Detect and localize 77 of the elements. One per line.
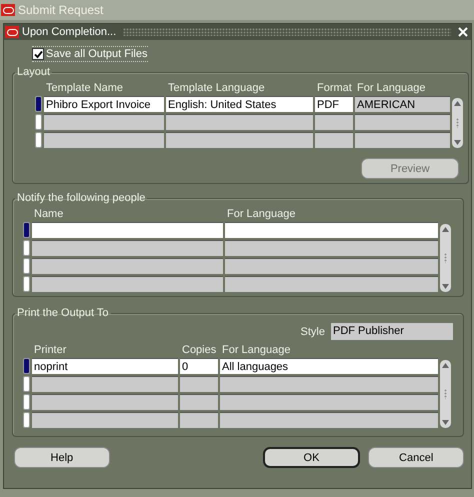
- column-header: Copies: [181, 344, 217, 356]
- scrollbar[interactable]: [452, 98, 463, 148]
- group-legend: Notify the following people: [15, 192, 148, 204]
- group-legend: Layout: [15, 66, 52, 78]
- table-cell[interactable]: [32, 412, 178, 428]
- column-header: Printer: [33, 344, 68, 356]
- record-indicator[interactable]: [23, 222, 30, 238]
- table-cell[interactable]: AMERICAN: [355, 96, 450, 112]
- record-indicator[interactable]: [23, 240, 30, 256]
- table-cell[interactable]: [44, 132, 164, 148]
- table-cell[interactable]: [166, 132, 313, 148]
- table-cell[interactable]: [220, 394, 438, 410]
- table-cell[interactable]: noprint: [32, 358, 178, 374]
- table-cell[interactable]: All languages: [220, 358, 438, 374]
- table-cell[interactable]: [32, 376, 178, 392]
- column-header: Format: [316, 82, 352, 94]
- scrollbar[interactable]: [440, 224, 451, 292]
- save-output-checkbox[interactable]: Save all Output Files: [32, 46, 148, 62]
- table-cell[interactable]: [180, 376, 218, 392]
- column-header: For Language: [226, 208, 296, 220]
- record-indicator[interactable]: [23, 394, 30, 410]
- table-cell[interactable]: [180, 394, 218, 410]
- dialog-title: Upon Completion...: [22, 26, 116, 38]
- table-cell[interactable]: [225, 222, 438, 238]
- app-logo-icon: [5, 26, 19, 38]
- table-cell[interactable]: [32, 276, 223, 292]
- dialog-button[interactable]: Cancel: [368, 447, 464, 468]
- table-cell[interactable]: [315, 114, 353, 130]
- table-cell[interactable]: [225, 276, 438, 292]
- column-header: For Language: [356, 82, 426, 94]
- table-cell[interactable]: [315, 132, 353, 148]
- scroll-up-icon[interactable]: [454, 101, 461, 106]
- record-indicator[interactable]: [35, 96, 42, 112]
- scroll-down-icon[interactable]: [454, 140, 461, 145]
- table-cell[interactable]: English: United States: [166, 96, 313, 112]
- table-cell[interactable]: [32, 258, 223, 274]
- record-indicator[interactable]: [23, 358, 30, 374]
- table-cell[interactable]: [32, 222, 223, 238]
- table-cell[interactable]: [32, 394, 178, 410]
- checkbox[interactable]: [32, 48, 44, 60]
- table-cell[interactable]: [225, 240, 438, 256]
- group-legend: Print the Output To: [15, 307, 111, 319]
- scroll-down-icon[interactable]: [442, 420, 449, 425]
- record-indicator[interactable]: [35, 132, 42, 148]
- table-cell[interactable]: [166, 114, 313, 130]
- column-header: Template Language: [167, 82, 266, 94]
- record-indicator[interactable]: [23, 412, 30, 428]
- table-cell[interactable]: PDF: [315, 96, 353, 112]
- table-cell[interactable]: [220, 376, 438, 392]
- column-header: Template Name: [45, 82, 124, 94]
- table-cell[interactable]: [220, 412, 438, 428]
- style-field: PDF Publisher: [331, 323, 453, 340]
- table-cell[interactable]: [355, 114, 450, 130]
- column-header: For Language: [221, 344, 292, 356]
- table-cell[interactable]: [180, 412, 218, 428]
- dialog-button[interactable]: OK: [262, 447, 360, 468]
- record-indicator[interactable]: [23, 376, 30, 392]
- title-bar-grip[interactable]: [123, 28, 451, 36]
- table-cell[interactable]: [225, 258, 438, 274]
- scrollbar[interactable]: [440, 360, 451, 428]
- window-title: Submit Request: [18, 3, 104, 17]
- record-indicator[interactable]: [35, 114, 42, 130]
- scroll-up-icon[interactable]: [442, 363, 449, 368]
- scroll-up-icon[interactable]: [442, 227, 449, 232]
- table-cell[interactable]: 0: [180, 358, 218, 374]
- dialog-button[interactable]: Help: [14, 447, 110, 468]
- app-logo-icon: [1, 4, 15, 16]
- record-indicator[interactable]: [23, 258, 30, 274]
- table-cell[interactable]: [44, 114, 164, 130]
- field-label: Style: [300, 326, 325, 338]
- close-icon[interactable]: [458, 27, 468, 37]
- record-indicator[interactable]: [23, 276, 30, 292]
- scroll-down-icon[interactable]: [442, 284, 449, 289]
- table-cell[interactable]: Phibro Export Invoice: [44, 96, 164, 112]
- column-header: Name: [33, 208, 64, 220]
- table-cell[interactable]: [32, 240, 223, 256]
- table-cell[interactable]: [355, 132, 450, 148]
